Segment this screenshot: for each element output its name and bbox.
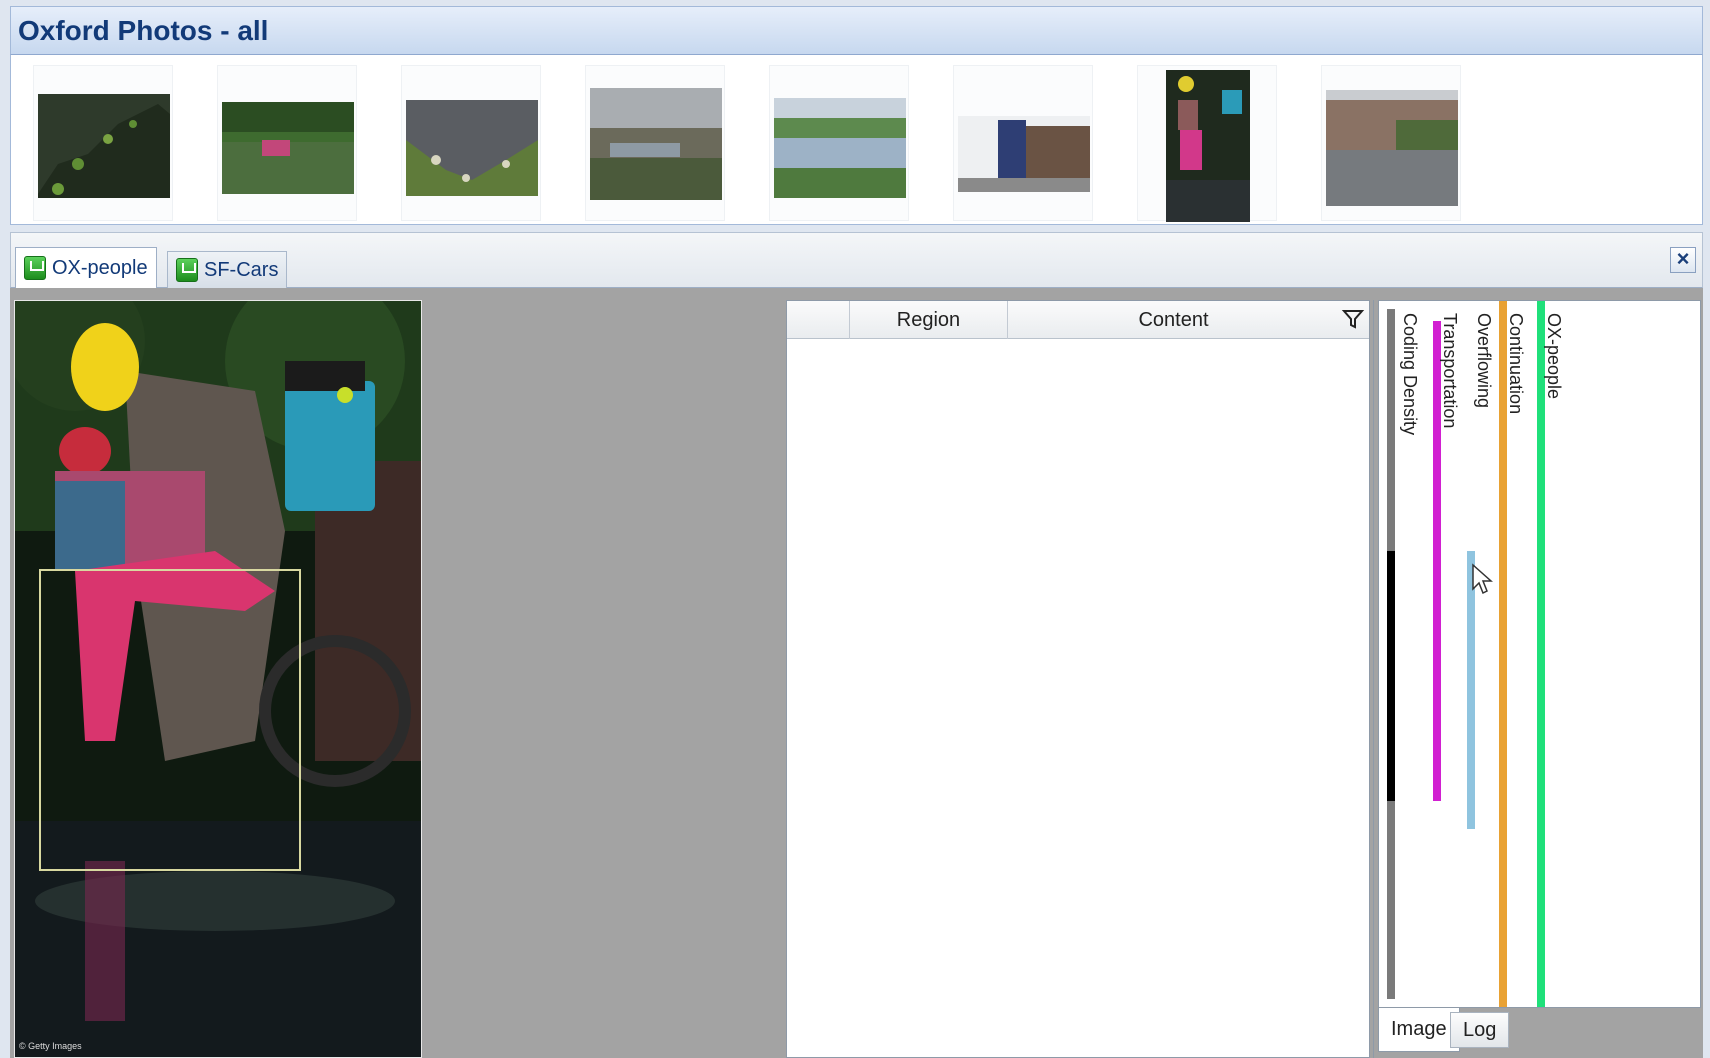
main-workspace: © Getty Images Region Content Coding Den… [10, 288, 1703, 1058]
selection-region[interactable] [39, 569, 301, 871]
thumbnail-image [222, 102, 354, 194]
stripe-label-overflowing: Overflowing [1474, 313, 1494, 409]
grid-col-content[interactable]: Content [1007, 301, 1339, 339]
app-header: Oxford Photos - all [10, 6, 1703, 55]
grid-col-region[interactable]: Region [849, 301, 1007, 339]
thumbnail-strip [10, 55, 1703, 225]
coding-density-bar[interactable] [1387, 551, 1395, 801]
thumbnail-1[interactable] [33, 65, 173, 221]
thumbnail-5[interactable] [769, 65, 909, 221]
ox-people-bar[interactable] [1537, 301, 1545, 1007]
image-viewer[interactable]: © Getty Images [14, 300, 422, 1058]
tab-label: OX-people [52, 256, 148, 279]
region-grid[interactable]: Region Content [786, 300, 1370, 1058]
app-title: Oxford Photos - all [18, 15, 269, 46]
tab-label: SF-Cars [204, 258, 279, 281]
tab-log[interactable]: Log [1450, 1012, 1510, 1048]
thumbnail-image [590, 88, 722, 200]
thumbnail-image [38, 94, 170, 198]
thumbnail-image [1166, 70, 1250, 222]
thumbnail-image [958, 116, 1090, 192]
coding-stripes-panel: Coding Density Transportation Overflowin… [1373, 300, 1703, 1058]
tab-sf-cars[interactable]: SF-Cars [167, 251, 288, 289]
tab-ox-people[interactable]: OX-people [15, 247, 157, 289]
thumbnail-image [1326, 90, 1458, 206]
grid-header: Region Content [787, 301, 1369, 339]
node-icon [24, 256, 46, 280]
node-icon [176, 258, 198, 282]
tab-image[interactable]: Image [1378, 1008, 1460, 1052]
thumbnail-image [774, 98, 906, 198]
stripe-label-continuation: Continuation [1506, 313, 1526, 415]
grid-col-selector[interactable] [787, 301, 849, 339]
thumbnail-8[interactable] [1321, 65, 1461, 221]
thumbnail-3[interactable] [401, 65, 541, 221]
coding-stripes-canvas[interactable]: Coding Density Transportation Overflowin… [1378, 300, 1701, 1008]
watermark: © Getty Images [19, 1041, 82, 1051]
stripe-label-ox-people: OX-people [1544, 313, 1564, 400]
close-icon[interactable]: × [1670, 247, 1696, 273]
filter-icon[interactable] [1341, 307, 1365, 331]
stripe-label-coding-density: Coding Density [1400, 313, 1420, 436]
stripe-label-transportation: Transportation [1440, 313, 1460, 429]
thumbnail-2[interactable] [217, 65, 357, 221]
thumbnail-4[interactable] [585, 65, 725, 221]
thumbnail-6[interactable] [953, 65, 1093, 221]
document-tabs-bar: OX-people SF-Cars × [10, 232, 1703, 289]
mouse-cursor-icon [1472, 563, 1493, 595]
thumbnail-image [406, 100, 538, 196]
thumbnail-7[interactable] [1137, 65, 1277, 222]
